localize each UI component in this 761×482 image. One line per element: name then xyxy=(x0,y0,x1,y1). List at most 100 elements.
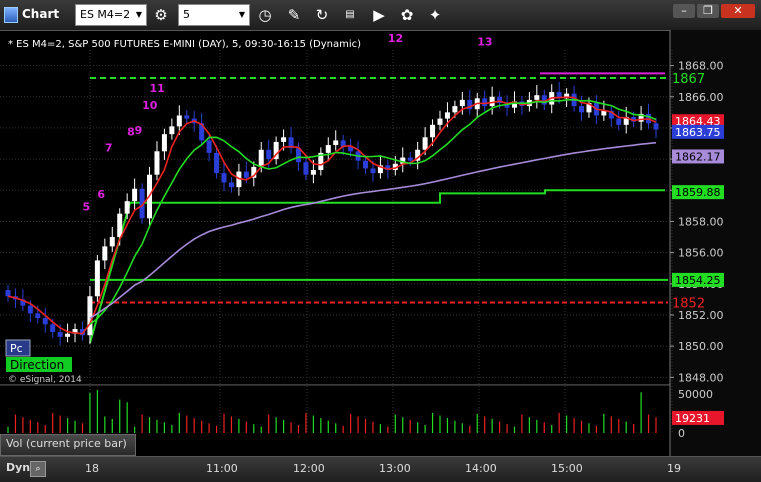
candle-body xyxy=(616,118,622,125)
volume-tick-label: 50000 xyxy=(678,388,713,401)
panel-separator xyxy=(0,384,761,386)
candle-body xyxy=(452,106,458,113)
candle-body xyxy=(117,213,123,238)
candle-body xyxy=(184,115,190,119)
volume-bars xyxy=(7,389,657,433)
price-chart[interactable]: 5678910111213 1868.001866.001864.001862.… xyxy=(0,30,761,456)
news-icon[interactable]: ▤ xyxy=(339,4,361,26)
candle-body xyxy=(5,290,11,297)
volume-panel-label: Vol (current price bar) xyxy=(6,437,127,450)
candle-body xyxy=(459,99,465,107)
chevron-down-icon[interactable]: ▼ xyxy=(239,5,245,25)
candle-body xyxy=(370,168,376,174)
price-tick-label: 1848.00 xyxy=(678,371,724,384)
candle-body xyxy=(206,140,212,153)
time-label: 11:00 xyxy=(206,462,238,475)
price-marker-label: 1863.75 xyxy=(675,126,721,139)
candle-body xyxy=(363,160,369,169)
candle-body xyxy=(266,149,272,160)
pencil-icon[interactable]: ✎ xyxy=(283,4,305,26)
candle-body xyxy=(94,260,100,297)
dyn-label[interactable]: Dyn xyxy=(6,461,30,474)
candle-body xyxy=(35,313,41,319)
time-label: 14:00 xyxy=(465,462,497,475)
wave-label: 12 xyxy=(388,32,403,45)
copyright: © eSignal, 2014 xyxy=(8,375,82,385)
direction-label: Direction xyxy=(10,358,64,372)
time-label: 15:00 xyxy=(551,462,583,475)
candle-body xyxy=(169,126,175,135)
candle-body xyxy=(221,173,227,183)
candle-body xyxy=(653,123,659,130)
candle-body xyxy=(27,305,33,314)
restore-icon[interactable]: ❐ xyxy=(697,4,719,18)
candle-body xyxy=(42,318,48,325)
candle-body xyxy=(65,333,71,337)
candle-body xyxy=(109,237,115,247)
candle-body xyxy=(161,134,167,152)
candle-body xyxy=(281,137,287,142)
palette-icon[interactable]: ✿ xyxy=(396,4,418,26)
candle-body xyxy=(430,124,436,138)
symbol-combobox[interactable]: ES M4=2 ▼ xyxy=(75,4,147,26)
wave-label: 10 xyxy=(142,99,158,112)
candle-body xyxy=(87,296,93,336)
candle-body xyxy=(124,201,130,214)
clock-icon[interactable]: ◷ xyxy=(254,4,276,26)
price-marker-label: 1862.17 xyxy=(675,150,721,163)
candle-body xyxy=(437,118,443,125)
chart-app-icon xyxy=(4,7,18,23)
window-title: Chart xyxy=(22,7,60,21)
close-icon[interactable]: ✕ xyxy=(721,4,755,18)
price-tick-label: 1866.00 xyxy=(678,91,724,104)
time-label: 12:00 xyxy=(293,462,325,475)
candle-body xyxy=(243,171,249,178)
candle-body xyxy=(407,157,413,161)
link-icon[interactable]: ⚙ xyxy=(150,4,172,26)
time-label: 19 xyxy=(667,462,681,475)
tools-icon[interactable]: ✦ xyxy=(424,4,446,26)
candle-body xyxy=(303,162,309,175)
candle-body xyxy=(102,246,108,261)
price-tick-label: 1850.00 xyxy=(678,340,724,353)
candle-body xyxy=(310,170,316,175)
interval-combobox[interactable]: 5 ▼ xyxy=(178,4,250,26)
chart-header: * ES M4=2, S&P 500 FUTURES E-MINI (DAY),… xyxy=(8,39,361,50)
candle-body xyxy=(579,106,585,113)
zoom-icon[interactable]: ⌕ xyxy=(30,461,46,477)
wave-label: 11 xyxy=(150,82,165,95)
pc-label: Pc xyxy=(10,342,23,355)
candle-body xyxy=(258,149,264,167)
wave-label: 5 xyxy=(82,201,90,214)
interval-value: 5 xyxy=(183,8,190,21)
chevron-down-icon[interactable]: ▼ xyxy=(136,5,142,25)
candle-body xyxy=(482,98,488,107)
price-tick-label: 1858.00 xyxy=(678,215,724,228)
candle-body xyxy=(333,140,339,146)
candle-body xyxy=(154,151,160,175)
price-marker-label: 1854.25 xyxy=(675,274,721,287)
wave-label: 6 xyxy=(97,188,105,201)
refresh-icon[interactable]: ↻ xyxy=(311,4,333,26)
price-tick-label: 1868.00 xyxy=(678,60,724,73)
candle-body xyxy=(325,145,331,153)
volume-marker-label: 19231 xyxy=(675,412,710,425)
wave-label: 9 xyxy=(135,124,143,137)
level-line-label: 1867 xyxy=(672,72,705,87)
time-label: 13:00 xyxy=(379,462,411,475)
candle-body xyxy=(132,188,138,202)
level-line-label: 1852 xyxy=(672,297,705,312)
candle-body xyxy=(534,95,540,100)
candle-body xyxy=(176,115,182,127)
minimize-icon[interactable]: – xyxy=(673,4,695,18)
candle-body xyxy=(50,324,56,333)
price-tick-label: 1856.00 xyxy=(678,247,724,260)
candle-body xyxy=(228,182,234,188)
candle-body xyxy=(57,332,63,337)
wave-label: 13 xyxy=(477,35,492,48)
wave-label: 7 xyxy=(105,141,113,154)
time-label: 18 xyxy=(85,462,99,475)
candle-body xyxy=(214,152,220,174)
symbol-value: ES M4=2 xyxy=(80,8,131,21)
play-icon[interactable]: ▶ xyxy=(368,4,390,26)
